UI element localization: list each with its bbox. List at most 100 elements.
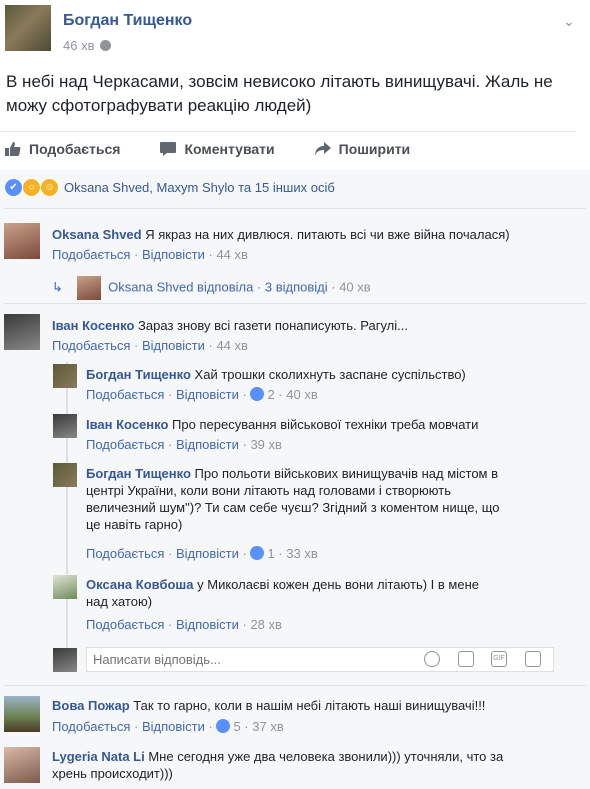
commenter-name[interactable]: Lygeria Nata Li <box>52 749 145 764</box>
reply-avatar[interactable] <box>53 463 77 487</box>
replier-name[interactable]: Богдан Тищенко <box>86 367 191 382</box>
commenter-avatar[interactable] <box>4 747 40 783</box>
post-timestamp[interactable]: 46 хв <box>63 38 112 53</box>
author-name[interactable]: Богдан Тищенко <box>63 12 192 30</box>
commenter-avatar[interactable] <box>4 314 40 350</box>
camera-icon[interactable] <box>458 651 474 667</box>
reply-meta: Подобається · Відповісти · 1 · 33 хв <box>86 546 318 561</box>
replies-summary-name[interactable]: Oksana Shved відповіла <box>108 279 253 294</box>
comment: Іван Косенко Зараз знову всі газети пона… <box>52 317 408 334</box>
current-user-avatar <box>53 648 77 672</box>
reply-text: Про пересування військової техніки треба… <box>172 417 479 432</box>
replier-name[interactable]: Іван Косенко <box>86 417 168 432</box>
comment-time[interactable]: 37 хв <box>252 719 283 734</box>
reply-like-link[interactable]: Подобається <box>86 617 164 632</box>
reply-time[interactable]: 39 хв <box>250 437 281 452</box>
post-text: В небі над Черкасами, зовсім невисоко лі… <box>6 72 553 115</box>
comment-like-link[interactable]: Подобається <box>52 338 130 353</box>
reply-text: Хай трошки сколихнуть заспане суспільств… <box>194 367 466 382</box>
reply-input[interactable] <box>86 647 554 672</box>
like-reaction-icon: ✔ <box>4 178 23 197</box>
comment-like-link[interactable]: Подобається <box>52 719 130 734</box>
reply-reply-link[interactable]: Відповісти <box>176 546 239 561</box>
author-avatar[interactable] <box>5 5 51 51</box>
comment: Oksana Shved Я якраз на них дивлюся. пит… <box>52 226 510 243</box>
comment-time[interactable]: 44 хв <box>216 338 247 353</box>
replier-name[interactable]: Оксана Ковбоша <box>86 577 194 592</box>
reply: Іван Косенко Про пересування військової … <box>86 416 478 433</box>
reply-reply-link[interactable]: Відповісти <box>176 617 239 632</box>
reply-avatar[interactable] <box>53 364 77 388</box>
reply-meta: Подобається · Відповісти · 39 хв <box>86 437 282 452</box>
reactions-summary[interactable]: ✔ ○ ☺ Oksana Shved, Maxym Shylo та 15 ін… <box>4 178 335 197</box>
reply-time[interactable]: 40 хв <box>286 387 317 402</box>
sticker-icon[interactable] <box>525 651 541 667</box>
share-icon <box>314 142 331 156</box>
chevron-down-icon[interactable]: ⌄ <box>563 13 575 30</box>
reply-arrow-icon: ↳ <box>52 279 63 295</box>
reply-like-link[interactable]: Подобається <box>86 437 164 452</box>
reply-text-line: це навіть гарно) <box>86 517 183 532</box>
divider <box>4 303 586 304</box>
comment-button[interactable]: Коментувати <box>159 141 275 157</box>
commenter-name[interactable]: Вова Пожар <box>52 698 130 713</box>
commenter-avatar[interactable] <box>4 223 40 259</box>
like-badge-icon <box>250 387 265 401</box>
comment-reply-link[interactable]: Відповісти <box>142 338 205 353</box>
reply-meta: Подобається · Відповісти · 2 · 40 хв <box>86 387 318 402</box>
replier-name[interactable]: Богдан Тищенко <box>86 466 191 481</box>
like-badge-icon <box>216 719 231 733</box>
reply-text-line: величезний шум")? Ти сам себе чуєш? Згід… <box>86 500 500 515</box>
replies-count[interactable]: 3 відповіді <box>265 279 328 294</box>
reply-time[interactable]: 33 хв <box>286 546 317 561</box>
comment-time[interactable]: 44 хв <box>216 247 247 262</box>
reply-text-line: у Миколаєві кожен день вони літають) І в… <box>197 577 479 592</box>
reply: Богдан Тищенко Хай трошки сколихнуть зас… <box>86 366 466 383</box>
reply: Оксана Ковбоша у Миколаєві кожен день во… <box>86 576 526 610</box>
emoji-icon[interactable] <box>424 651 440 667</box>
commenter-name[interactable]: Oksana Shved <box>52 227 142 242</box>
reply-like-count[interactable]: 2 <box>267 387 274 402</box>
like-button[interactable]: Подобається <box>4 141 120 157</box>
comment-label: Коментувати <box>184 141 275 157</box>
comment-meta: Подобається · Відповісти · 44 хв <box>52 338 248 353</box>
reply: Богдан Тищенко Про польоти військових ви… <box>86 465 536 533</box>
comment-reply-link[interactable]: Відповісти <box>142 719 205 734</box>
commenter-avatar[interactable] <box>4 696 40 732</box>
reply-time[interactable]: 28 хв <box>250 617 281 632</box>
comment-icon <box>160 142 177 156</box>
comment-text-line: Мне сегодня уже два человека звонили))) … <box>148 749 504 764</box>
reply-avatar <box>76 276 101 300</box>
comment-meta: Подобається · Відповісти · 44 хв <box>52 247 248 262</box>
share-button[interactable]: Поширити <box>314 141 410 157</box>
comment-text: Так то гарно, коли в нашім небі літають … <box>133 698 486 713</box>
reply-like-count[interactable]: 1 <box>267 546 274 561</box>
comment: Вова Пожар Так то гарно, коли в нашім не… <box>52 697 485 714</box>
reply-avatar[interactable] <box>53 575 77 599</box>
comment-like-link[interactable]: Подобається <box>52 247 130 262</box>
globe-icon <box>100 40 112 51</box>
comment-text: Я якраз на них дивлюся. питають всі чи в… <box>145 227 510 242</box>
comment-text-line: хрень происходит))) <box>52 766 173 781</box>
like-label: Подобається <box>29 141 121 157</box>
reply-reply-link[interactable]: Відповісти <box>176 387 239 402</box>
post-actions-bar: Подобається Коментувати Поширити <box>0 132 590 166</box>
reply-text-line: центрі України, коли вони літають над го… <box>86 483 451 498</box>
comment-text: Зараз знову всі газети понаписують. Рагу… <box>138 318 408 333</box>
commenter-name[interactable]: Іван Косенко <box>52 318 134 333</box>
reply-like-link[interactable]: Подобається <box>86 546 164 561</box>
comment-reply-link[interactable]: Відповісти <box>142 247 205 262</box>
reply-reply-link[interactable]: Відповісти <box>176 437 239 452</box>
reply-avatar[interactable] <box>53 414 77 438</box>
comment: Lygeria Nata Li Мне сегодня уже два чело… <box>52 748 582 782</box>
post-time-text[interactable]: 46 хв <box>63 38 94 53</box>
like-badge-icon <box>250 546 265 560</box>
replies-summary[interactable]: ↳ Oksana Shved відповіла · 3 відповіді ·… <box>52 276 371 300</box>
reply-meta: Подобається · Відповісти · 28 хв <box>86 617 282 632</box>
reactions-summary-text[interactable]: Oksana Shved, Maxym Shylo та 15 інших ос… <box>64 180 335 195</box>
gif-icon[interactable]: GIF <box>491 651 507 667</box>
reply-text-line: над хатою) <box>86 594 153 609</box>
comment-like-count[interactable]: 5 <box>233 719 240 734</box>
reply-like-link[interactable]: Подобається <box>86 387 164 402</box>
thumbs-up-icon <box>5 142 21 156</box>
